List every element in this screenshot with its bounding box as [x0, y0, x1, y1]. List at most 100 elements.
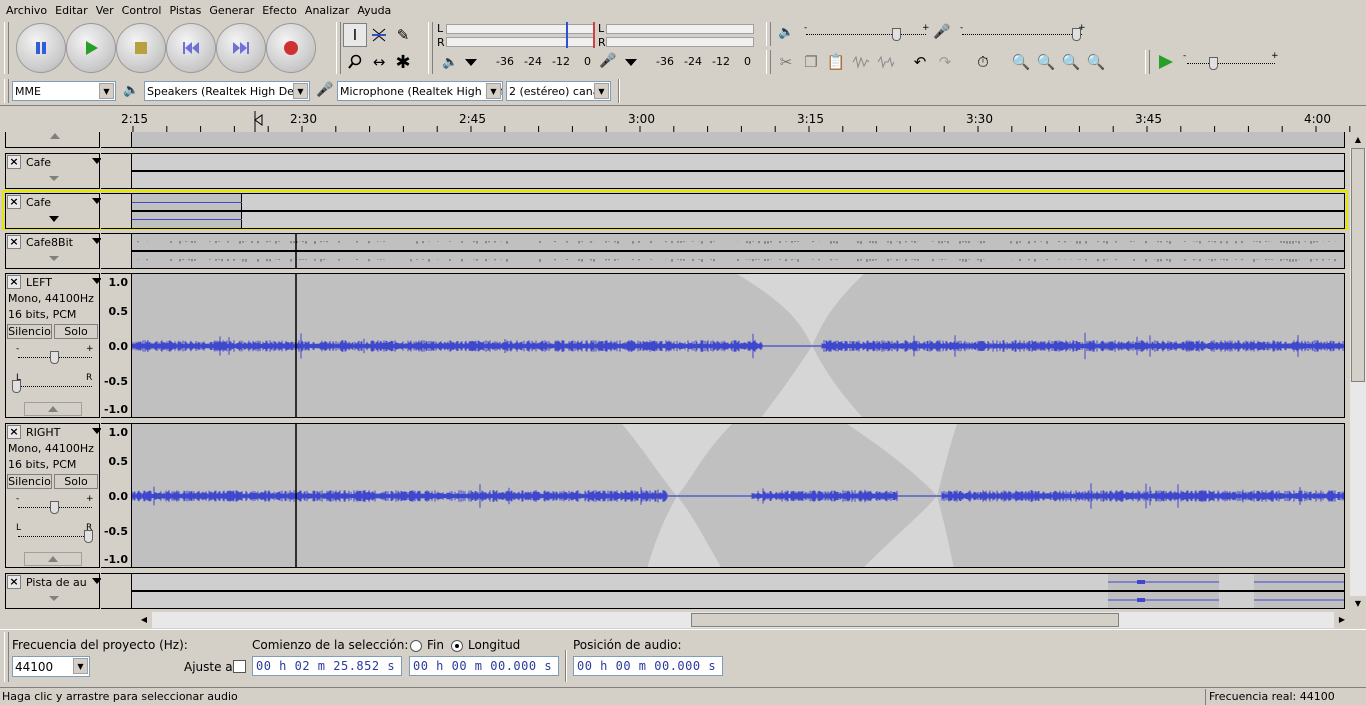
close-track-button[interactable]: × — [7, 155, 21, 169]
output-volume-slider[interactable] — [806, 34, 926, 35]
play-button[interactable] — [66, 23, 116, 73]
selection-length-time[interactable]: 00 h 00 m 00.000 s — [409, 656, 559, 676]
collapse-track-button[interactable] — [24, 552, 82, 566]
solo-button[interactable]: Solo — [54, 474, 98, 489]
track-name-menu[interactable]: RIGHT — [24, 425, 105, 439]
skip-start-button[interactable] — [166, 23, 216, 73]
sync-lock-button[interactable]: ⏱ — [971, 50, 995, 74]
input-volume-thumb[interactable] — [1072, 28, 1081, 41]
project-rate-select[interactable]: 44100 ▼ — [12, 656, 90, 677]
close-track-button[interactable]: × — [7, 575, 21, 589]
multi-tool[interactable]: ✱ — [391, 50, 415, 74]
audio-position-time[interactable]: 00 h 00 m 00.000 s — [573, 656, 723, 676]
microphone-icon[interactable]: 🎤 — [599, 53, 616, 69]
zoom-out-button[interactable]: 🔍 — [1034, 50, 1058, 74]
gain-thumb[interactable] — [50, 501, 59, 514]
close-track-button[interactable]: × — [7, 425, 21, 439]
collapse-track-button[interactable] — [24, 402, 82, 416]
end-radio[interactable] — [410, 640, 422, 652]
menu-control[interactable]: Control — [118, 4, 166, 17]
toolbar-grip[interactable] — [766, 22, 771, 46]
input-volume-slider[interactable] — [962, 34, 1082, 35]
pan-thumb[interactable] — [12, 380, 21, 393]
horizontal-scrollbar[interactable]: ◀ ▶ — [136, 612, 1350, 628]
menu-pistas[interactable]: Pistas — [165, 4, 205, 17]
skip-end-button[interactable] — [216, 23, 266, 73]
record-button[interactable] — [266, 23, 316, 73]
toolbar-grip[interactable] — [1145, 50, 1150, 74]
waveform-cafe[interactable] — [131, 153, 1345, 189]
expand-icon[interactable] — [49, 176, 59, 181]
playback-meter-left[interactable] — [446, 24, 594, 34]
length-radio[interactable] — [451, 640, 463, 652]
playback-meter-dropdown[interactable] — [465, 59, 477, 66]
track-name-menu[interactable]: Pista de au — [24, 575, 105, 589]
zoom-tool[interactable] — [343, 50, 367, 74]
toolbar-grip[interactable] — [336, 22, 341, 74]
timeshift-tool[interactable]: ↔ — [367, 50, 391, 74]
horizontal-scroll-thumb[interactable] — [691, 613, 1119, 627]
scroll-up-icon[interactable]: ▲ — [1350, 132, 1366, 148]
fit-selection-button[interactable]: 🔍 — [1059, 50, 1083, 74]
chevron-down-icon[interactable]: ▼ — [293, 83, 308, 99]
cut-button[interactable]: ✂ — [774, 50, 798, 74]
track-name-menu[interactable]: LEFT — [24, 275, 105, 289]
snap-to-checkbox[interactable] — [233, 660, 246, 673]
undo-button[interactable]: ↶ — [908, 50, 932, 74]
record-meter-right[interactable] — [606, 37, 754, 47]
track-name-menu[interactable]: Cafe8Bit — [24, 235, 105, 249]
play-at-speed-icon[interactable] — [1155, 53, 1175, 71]
output-volume-thumb[interactable] — [892, 28, 901, 41]
toolbar-grip[interactable] — [4, 22, 9, 74]
zoom-in-button[interactable]: 🔍 — [1009, 50, 1033, 74]
envelope-tool[interactable] — [367, 23, 391, 47]
record-meter-dropdown[interactable] — [625, 59, 637, 66]
pan-slider[interactable] — [18, 536, 92, 537]
menu-efecto[interactable]: Efecto — [258, 4, 301, 17]
menu-generar[interactable]: Generar — [205, 4, 258, 17]
fit-project-button[interactable]: 🔍 — [1084, 50, 1108, 74]
vertical-scrollbar[interactable]: ▲ ▼ — [1350, 132, 1366, 612]
speed-slider[interactable] — [1187, 63, 1275, 64]
menu-ver[interactable]: Ver — [92, 4, 118, 17]
waveform-pista[interactable] — [131, 573, 1345, 609]
track-name-menu[interactable]: Cafe — [24, 155, 105, 169]
waveform-cafe8bit[interactable] — [131, 233, 1345, 269]
input-device-select[interactable]: Microphone (Realtek High Defi ▼ — [337, 81, 503, 101]
vertical-scroll-thumb[interactable] — [1351, 148, 1365, 382]
track-name-menu[interactable]: Cafe — [24, 195, 105, 209]
expand-icon[interactable] — [49, 256, 59, 261]
close-track-button[interactable]: × — [7, 235, 21, 249]
mute-button[interactable]: Silencio — [7, 324, 52, 339]
menu-ayuda[interactable]: Ayuda — [353, 4, 395, 17]
waveform-partial[interactable] — [131, 132, 1345, 148]
toolbar-grip[interactable] — [4, 632, 9, 682]
expand-icon[interactable] — [49, 216, 59, 222]
menu-analizar[interactable]: Analizar — [301, 4, 353, 17]
redo-button[interactable]: ↷ — [933, 50, 957, 74]
output-device-select[interactable]: Speakers (Realtek High Definiti ▼ — [144, 81, 310, 101]
waveform-right[interactable] — [131, 423, 1345, 568]
close-track-button[interactable]: × — [7, 195, 21, 209]
expand-icon[interactable] — [49, 596, 59, 601]
menu-archivo[interactable]: Archivo — [2, 4, 51, 17]
trim-button[interactable] — [849, 50, 873, 74]
draw-tool[interactable]: ✎ — [391, 23, 415, 47]
copy-button[interactable]: ❐ — [799, 50, 823, 74]
waveform-cafe-selected[interactable] — [131, 193, 1345, 229]
mute-button[interactable]: Silencio — [7, 474, 52, 489]
speaker-icon[interactable]: 🔈 — [442, 55, 458, 70]
pan-thumb[interactable] — [84, 530, 93, 543]
paste-button[interactable]: 📋 — [824, 50, 848, 74]
scroll-right-icon[interactable]: ▶ — [1334, 612, 1350, 628]
record-meter-left[interactable] — [606, 24, 754, 34]
chevron-down-icon[interactable]: ▼ — [594, 83, 609, 99]
collapse-icon[interactable] — [50, 133, 60, 139]
waveform-left[interactable] — [131, 273, 1345, 418]
speed-thumb[interactable] — [1209, 57, 1218, 70]
pause-button[interactable] — [16, 23, 66, 73]
audio-host-select[interactable]: MME ▼ — [12, 81, 116, 101]
chevron-down-icon[interactable]: ▼ — [73, 658, 88, 674]
solo-button[interactable]: Solo — [54, 324, 98, 339]
toolbar-grip[interactable] — [428, 22, 433, 74]
